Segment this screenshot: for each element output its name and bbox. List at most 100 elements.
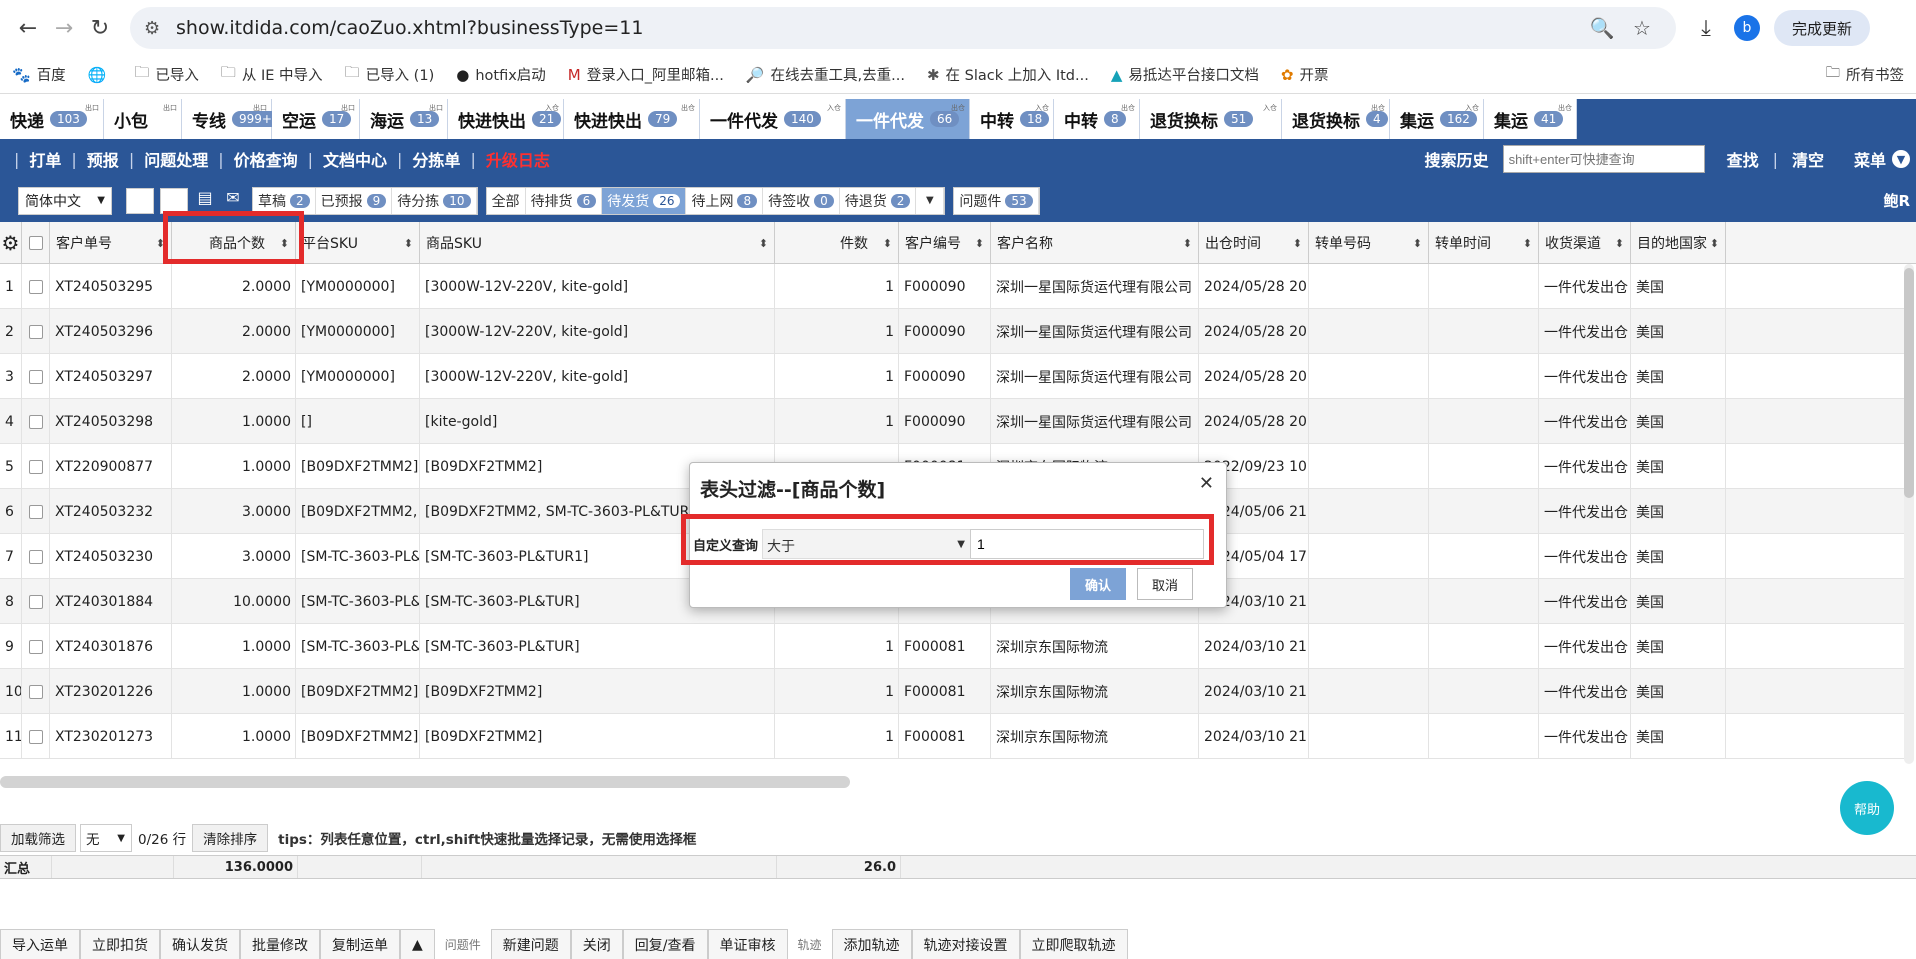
bookmark-slack[interactable]: ✱ 在 Slack 上加入 Itd... <box>927 64 1089 85</box>
close-problem-button[interactable]: 关闭 <box>570 929 623 959</box>
filter-group1-1[interactable]: 已预报 9 <box>316 187 393 214</box>
copy-waybill-button[interactable]: 复制运单 <box>320 929 400 959</box>
confirm-ship-button[interactable]: 确认发货 <box>160 929 240 959</box>
scroll-thumb[interactable] <box>0 776 850 788</box>
filter-group2-1[interactable]: 待排货 6 <box>526 187 603 214</box>
forward-icon[interactable]: → <box>46 10 82 46</box>
row-checkbox-cell[interactable] <box>22 534 50 579</box>
table-row[interactable]: 1 XT240503295 2.0000 [YM0000000] [3000W-12V-… <box>0 264 1904 309</box>
reply-view-button[interactable]: 回复/查看 <box>622 929 708 959</box>
row-checkbox-cell[interactable] <box>22 579 50 624</box>
bookmark-star-icon[interactable]: ☆ <box>1622 16 1662 40</box>
filter-group2-2[interactable]: 待发货 26 <box>602 187 687 214</box>
checkbox[interactable] <box>28 236 43 250</box>
scroll-thumb[interactable] <box>1904 268 1914 498</box>
vertical-scrollbar[interactable] <box>1904 264 1914 764</box>
checkbox[interactable] <box>28 549 43 564</box>
layout-split-icon[interactable] <box>126 187 154 214</box>
checkbox[interactable] <box>28 729 43 744</box>
table-row[interactable]: 10 XT230201226 1.0000 [B09DXF2TMM2] [B09DXF2… <box>0 669 1904 714</box>
search-history-button[interactable]: 搜索历史 <box>1425 147 1489 171</box>
checkbox[interactable] <box>28 684 43 699</box>
column-header[interactable]: 出仓时间 ⬍ <box>1199 222 1309 264</box>
checkbox[interactable] <box>28 639 43 654</box>
table-row[interactable]: 3 XT240503297 2.0000 [YM0000000] [3000W-12V-… <box>0 354 1904 399</box>
checkbox[interactable] <box>28 414 43 429</box>
back-icon[interactable]: ← <box>10 10 46 46</box>
menu-forecast[interactable]: 预报 <box>77 147 129 171</box>
url-text[interactable]: show.itdida.com/caoZuo.xhtml?businessTyp… <box>176 17 1582 39</box>
sort-icon[interactable]: ⬍ <box>759 237 768 250</box>
download-icon[interactable]: ⤓ <box>1686 16 1726 41</box>
app-tab[interactable]: 中转 8 出仓 <box>1054 99 1140 139</box>
app-tab[interactable]: 一件代发 66 出仓 <box>846 99 970 139</box>
column-header[interactable]: 转单号码 ⬍ <box>1309 222 1429 264</box>
app-tab[interactable]: 退货换标 51 入仓 <box>1140 99 1282 139</box>
menu-upgrade-log[interactable]: 升级日志 <box>476 147 560 171</box>
menu-sorting[interactable]: 分拣单 <box>402 147 470 171</box>
horizontal-scrollbar[interactable] <box>0 776 1904 788</box>
filter-more-button[interactable]: ▼ <box>916 187 945 214</box>
select-all-checkbox[interactable] <box>22 222 50 264</box>
column-header[interactable]: 平台SKU ⬍ <box>296 222 420 264</box>
row-checkbox-cell[interactable] <box>22 624 50 669</box>
filter-group1-2[interactable]: 待分拣 10 <box>392 187 477 214</box>
row-checkbox-cell[interactable] <box>22 714 50 759</box>
reload-icon[interactable]: ↻ <box>82 10 118 46</box>
bookmark-baidu[interactable]: 🐾 百度 <box>12 64 66 85</box>
cancel-button[interactable]: 取消 <box>1137 568 1193 600</box>
document-review-button[interactable]: 单证审核 <box>707 929 788 959</box>
bookmark-globe[interactable]: 🌐 <box>88 66 113 84</box>
checkbox[interactable] <box>28 369 43 384</box>
add-track-button[interactable]: 添加轨迹 <box>831 929 912 959</box>
app-tab[interactable]: 快进快出 21 入仓 <box>448 99 564 139</box>
checkbox[interactable] <box>28 324 43 339</box>
app-tab[interactable]: 中转 18 入仓 <box>970 99 1054 139</box>
bookmark-hotfix[interactable]: ● hotfix启动 <box>456 64 546 85</box>
clear-button[interactable]: 清空 <box>1792 147 1824 171</box>
sort-icon[interactable]: ⬍ <box>1413 237 1422 250</box>
table-row[interactable]: 9 XT240301876 1.0000 [SM-TC-3603-PL&T [SM-TC… <box>0 624 1904 669</box>
settings-gear-icon[interactable]: ⚙ <box>0 222 22 264</box>
sort-icon[interactable]: ⬍ <box>404 237 413 250</box>
row-checkbox-cell[interactable] <box>22 444 50 489</box>
menu-problem[interactable]: 问题处理 <box>134 147 218 171</box>
app-tab[interactable]: 海运 13 出口 <box>360 99 448 139</box>
column-header[interactable]: 目的地国家 ⬍ <box>1631 222 1726 264</box>
bookmark-folder-imported-1[interactable]: 🗀 已导入 (1) <box>345 62 435 87</box>
filter-group2-0[interactable]: 全部 <box>487 187 526 214</box>
clear-sort-button[interactable]: 清除排序 <box>192 824 269 852</box>
bookmark-api-docs[interactable]: ▲ 易抵达平台接口文档 <box>1111 64 1259 85</box>
bookmark-invoice[interactable]: ✿ 开票 <box>1281 64 1329 85</box>
app-tab[interactable]: 集运 162 入仓 <box>1390 99 1484 139</box>
hold-goods-button[interactable]: 立即扣货 <box>80 929 160 959</box>
load-filter-button[interactable]: 加载筛选 <box>0 824 76 852</box>
row-checkbox-cell[interactable] <box>22 669 50 714</box>
list-icon[interactable]: ▤ <box>194 188 216 214</box>
filter-select[interactable]: 无 ▼ <box>80 824 132 852</box>
app-tab[interactable]: 快递 103 出口 <box>0 99 104 139</box>
close-icon[interactable]: ✕ <box>1199 473 1214 494</box>
all-bookmarks[interactable]: 🗀 所有书签 <box>1826 62 1905 87</box>
sort-icon[interactable]: ⬍ <box>1710 237 1719 250</box>
checkbox[interactable] <box>28 594 43 609</box>
bookmark-folder-imported[interactable]: 🗀 已导入 <box>134 62 199 87</box>
column-header[interactable]: 客户编号 ⬍ <box>899 222 991 264</box>
query-button[interactable]: 查找 <box>1727 147 1759 171</box>
column-header[interactable]: 商品SKU ⬍ <box>420 222 775 264</box>
import-waybill-button[interactable]: 导入运单 <box>0 929 80 959</box>
row-checkbox-cell[interactable] <box>22 354 50 399</box>
app-tab[interactable]: 一件代发 140 入仓 <box>700 99 846 139</box>
filter-group2-5[interactable]: 待退货 2 <box>840 187 917 214</box>
envelope-icon[interactable]: ✉ <box>222 188 244 214</box>
app-tab[interactable]: 集运 41 出仓 <box>1484 99 1577 139</box>
row-checkbox-cell[interactable] <box>22 399 50 444</box>
bookmark-mail[interactable]: M 登录入口_阿里邮箱... <box>568 64 724 85</box>
column-header[interactable]: 客户单号 ⬍ <box>50 222 172 264</box>
menu-docs[interactable]: 文档中心 <box>313 147 397 171</box>
sort-icon[interactable]: ⬍ <box>1293 237 1302 250</box>
app-tab[interactable]: 退货换标 4 出仓 <box>1282 99 1390 139</box>
filter-group2-4[interactable]: 待签收 0 <box>763 187 840 214</box>
language-select[interactable]: 简体中文 ▼ <box>18 186 112 215</box>
row-checkbox-cell[interactable] <box>22 309 50 354</box>
